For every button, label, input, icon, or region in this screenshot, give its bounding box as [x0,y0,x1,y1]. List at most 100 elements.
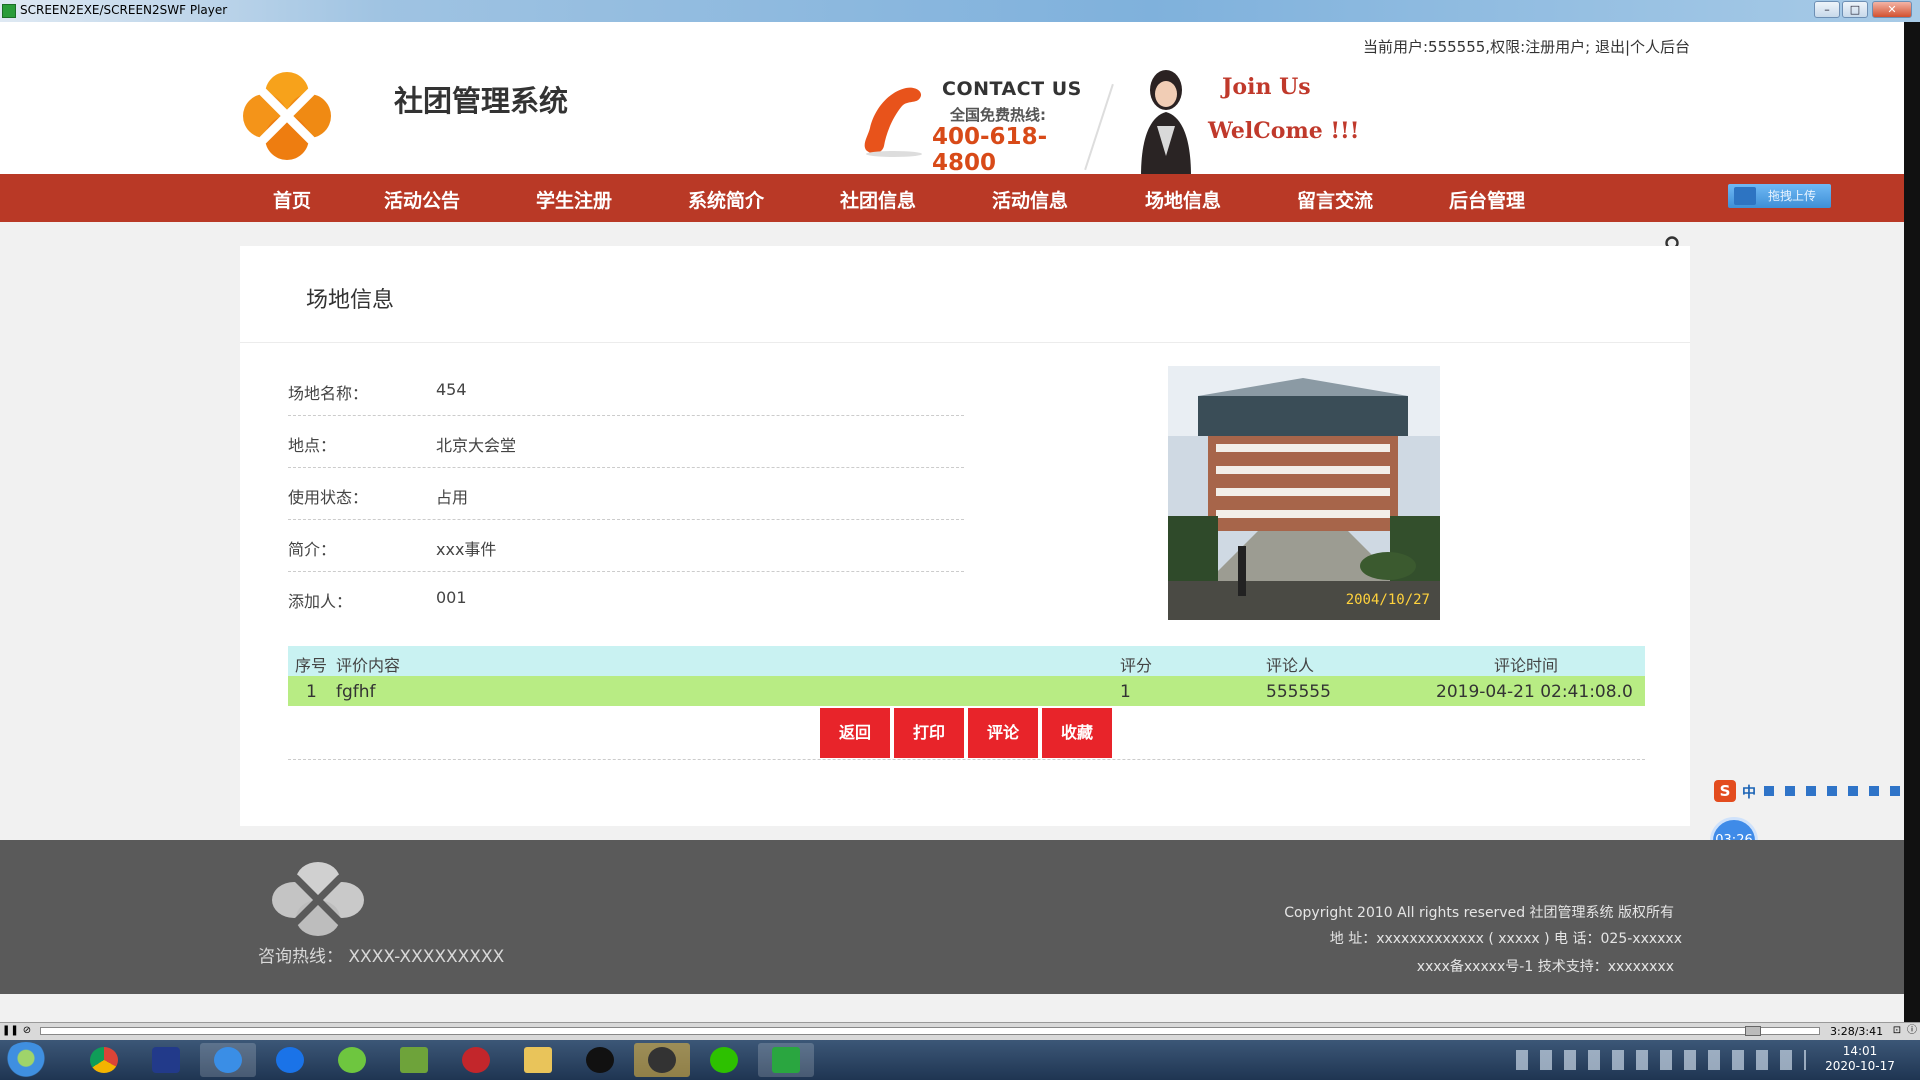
field-venue-name: 场地名称： 454 [288,364,964,416]
folder-icon [524,1047,552,1073]
welcome-text: WelCome !!! [1208,118,1360,144]
taskbar-qq[interactable] [572,1043,628,1077]
pause-icon[interactable]: ❚❚ [2,1024,19,1038]
footer-icp: xxxx备xxxxx号-1 技术支持：xxxxxxxx [1416,959,1674,975]
nav-item-student-register[interactable]: 学生注册 [536,186,612,213]
site-footer: 咨询热线： XXXX-XXXXXXXXX Copyright 2010 All … [0,840,1904,994]
taskbar-wechat[interactable] [696,1043,752,1077]
site-title: 社团管理系统 [394,84,569,118]
minimize-button[interactable]: – [1814,1,1840,18]
taskbar-browser[interactable] [262,1043,318,1077]
nav-item-home[interactable]: 首页 [273,186,311,213]
taskbar-clock[interactable]: 14:01 2020-10-17 [1818,1044,1902,1074]
window-titlebar: SCREEN2EXE/SCREEN2SWF Player – □ ✕ [0,0,1920,22]
info-icon[interactable]: ⓘ [1905,1024,1919,1038]
title-divider [240,342,1690,343]
chrome-icon [90,1047,118,1073]
row-time: 2019-04-21 02:41:08.0 [1436,682,1633,702]
clock-time: 14:01 [1842,1044,1878,1058]
field-label: 地点： [288,436,337,455]
join-us-text: Join Us [1222,74,1311,100]
field-usage-status: 使用状态： 占用 [288,468,964,520]
footer-hotline: 咨询热线： XXXX-XXXXXXXXX [258,947,505,967]
taskbar-app-5[interactable] [324,1043,380,1077]
user-info[interactable]: 当前用户:555555,权限:注册用户; 退出|个人后台 [1363,36,1690,57]
stop-icon[interactable]: ⊘ [20,1024,34,1038]
sogou-ime-icon[interactable]: S [1714,780,1736,802]
drag-upload-label: 拖拽上传 [1768,189,1817,203]
photo-date-stamp: 2004/10/27 [1345,592,1430,608]
wechat-icon [710,1047,738,1073]
taskbar-chrome[interactable] [76,1043,132,1077]
contact-block: CONTACT US 全国免费热线: 400-618-4800 [862,78,1082,176]
cloud-upload-icon [1734,187,1756,205]
comment-button[interactable]: 评论 [968,708,1038,758]
seek-bar[interactable] [40,1026,1820,1036]
site-logo [243,72,331,160]
taskbar-flash[interactable] [448,1043,504,1077]
ime-mode-indicator[interactable]: 中 [1742,782,1756,802]
app-icon [2,4,16,18]
player-controls: ❚❚ ⊘ 3:28/3:41 ⊡ ⓘ [0,1022,1920,1040]
taskbar-baidu-netdisk[interactable] [200,1043,256,1077]
leaf-icon [338,1047,366,1073]
taskbar-screen2swf[interactable] [758,1043,814,1077]
avatar [1141,70,1191,176]
taskbar-app-6[interactable] [386,1043,442,1077]
field-label: 使用状态： [288,488,369,507]
field-value: xxx事件 [436,540,497,559]
row-reviewer: 555555 [1266,682,1331,702]
col-time: 评论时间 [1494,656,1559,675]
panel-bottom-divider [288,759,1645,760]
qq-icon [586,1047,614,1073]
nav-item-system-intro[interactable]: 系统简介 [688,186,764,213]
taskbar-app-10[interactable] [634,1043,690,1077]
nav-item-venue-info[interactable]: 场地信息 [1145,186,1221,213]
nav-item-activity-info[interactable]: 活动信息 [992,186,1068,213]
main-nav: 首页 活动公告 学生注册 系统简介 社团信息 活动信息 场地信息 留言交流 后台… [0,174,1904,222]
cloud-icon [214,1047,242,1073]
browser-icon [276,1047,304,1073]
vertical-scrollbar[interactable] [1904,22,1920,1022]
back-button[interactable]: 返回 [820,708,890,758]
col-content: 评价内容 [336,656,401,675]
window-title: SCREEN2EXE/SCREEN2SWF Player [20,3,228,17]
nav-item-messages[interactable]: 留言交流 [1297,186,1373,213]
print-button[interactable]: 打印 [894,708,964,758]
close-button[interactable]: ✕ [1872,1,1912,18]
ime-tool-icons[interactable] [1764,786,1904,796]
field-value: 454 [436,380,467,399]
field-description: 简介： xxx事件 [288,520,964,572]
field-location: 地点： 北京大会堂 [288,416,964,468]
system-tray[interactable] [1516,1050,1806,1070]
browser-viewport: 当前用户:555555,权限:注册用户; 退出|个人后台 社团管理系统 CONT… [0,22,1904,1022]
seek-thumb[interactable] [1745,1026,1761,1036]
col-score: 评分 [1120,656,1153,675]
field-value: 占用 [436,488,469,507]
page-title: 场地信息 [306,288,395,313]
nav-item-admin[interactable]: 后台管理 [1449,186,1525,213]
player-icon [772,1047,800,1073]
action-buttons: 返回 打印 评论 收藏 [240,708,1690,758]
start-button[interactable] [4,1042,48,1078]
venue-building-image [1168,366,1440,620]
taskbar-explorer[interactable] [510,1043,566,1077]
fullscreen-icon[interactable]: ⊡ [1890,1024,1904,1038]
field-value: 北京大会堂 [436,436,517,455]
review-table-header: 序号 评价内容 评分 评论人 评论时间 [288,646,1645,676]
app-icon [152,1047,180,1073]
taskbar-app-2[interactable] [138,1043,194,1077]
nav-item-announcements[interactable]: 活动公告 [384,186,460,213]
drag-upload-button[interactable]: 拖拽上传 [1728,184,1831,208]
nav-item-club-info[interactable]: 社团信息 [840,186,916,213]
maximize-button[interactable]: □ [1842,1,1868,18]
venue-detail-panel: 场地信息 场地名称： 454 地点： 北京大会堂 使用状态： 占用 简介： xx… [240,246,1690,826]
contact-phone: 400-618-4800 [932,124,1048,176]
ime-toolbar[interactable]: S 中 [1714,780,1904,802]
contact-title: CONTACT US [942,78,1082,100]
site-header: 当前用户:555555,权限:注册用户; 退出|个人后台 社团管理系统 CONT… [0,22,1904,176]
app-icon [648,1047,676,1073]
favorite-button[interactable]: 收藏 [1042,708,1112,758]
field-added-by: 添加人： 001 [288,572,964,624]
field-label: 简介： [288,540,337,559]
